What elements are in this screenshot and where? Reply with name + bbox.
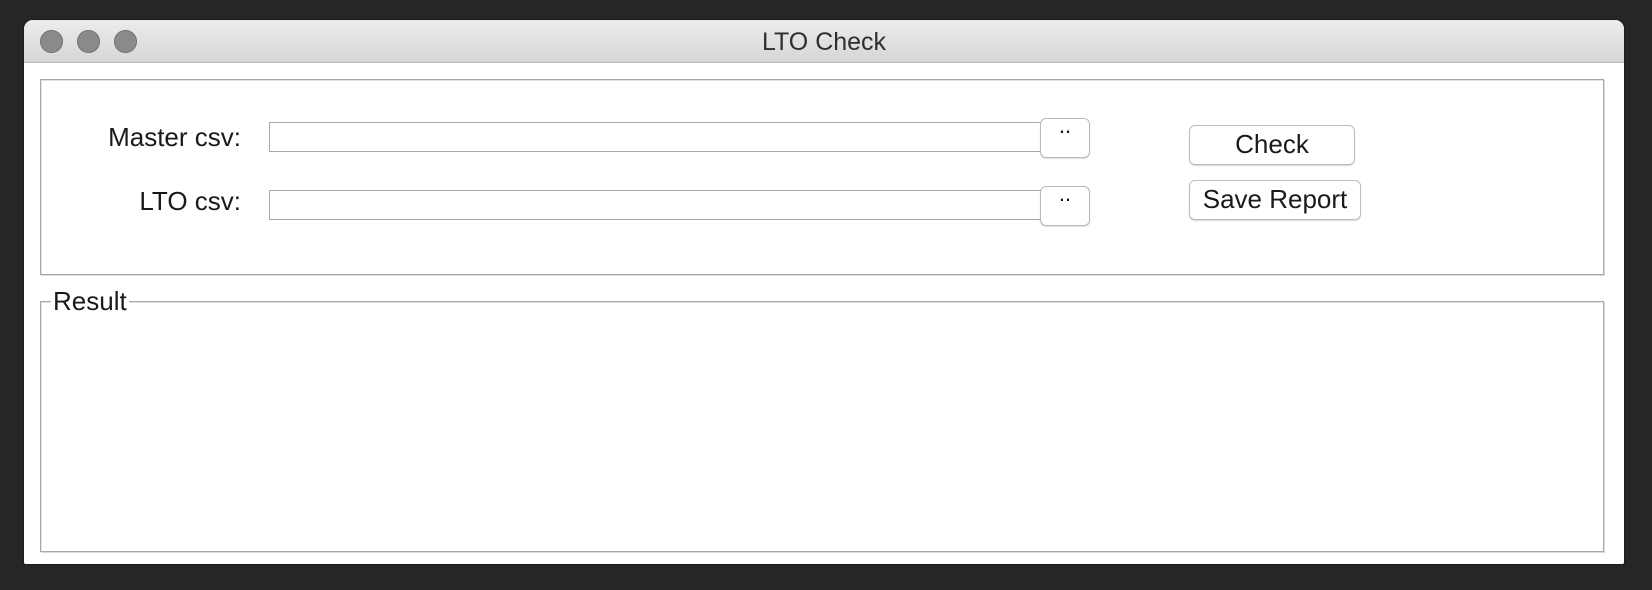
master-csv-label: Master csv: <box>108 122 241 152</box>
window-title: LTO Check <box>761 28 887 56</box>
input-panel: Master csv: .. LTO csv: .. Check Save Re… <box>40 79 1604 275</box>
window-content: Master csv: .. LTO csv: .. Check Save Re… <box>24 63 1624 564</box>
save-report-button[interactable]: Save Report <box>1189 180 1361 220</box>
app-window: LTO Check Master csv: .. LTO csv: .. Che… <box>24 20 1624 564</box>
master-csv-input[interactable] <box>269 122 1055 152</box>
check-button[interactable]: Check <box>1189 125 1355 165</box>
lto-browse-button[interactable]: .. <box>1040 183 1090 226</box>
lto-csv-label: LTO csv: <box>139 186 241 216</box>
lto-csv-input[interactable] <box>269 190 1055 220</box>
result-output[interactable] <box>47 322 1597 545</box>
master-browse-button[interactable]: .. <box>1040 115 1090 158</box>
result-title: Result <box>51 286 129 317</box>
title-bar[interactable]: LTO Check <box>24 20 1624 63</box>
result-group: Result <box>40 286 1604 552</box>
